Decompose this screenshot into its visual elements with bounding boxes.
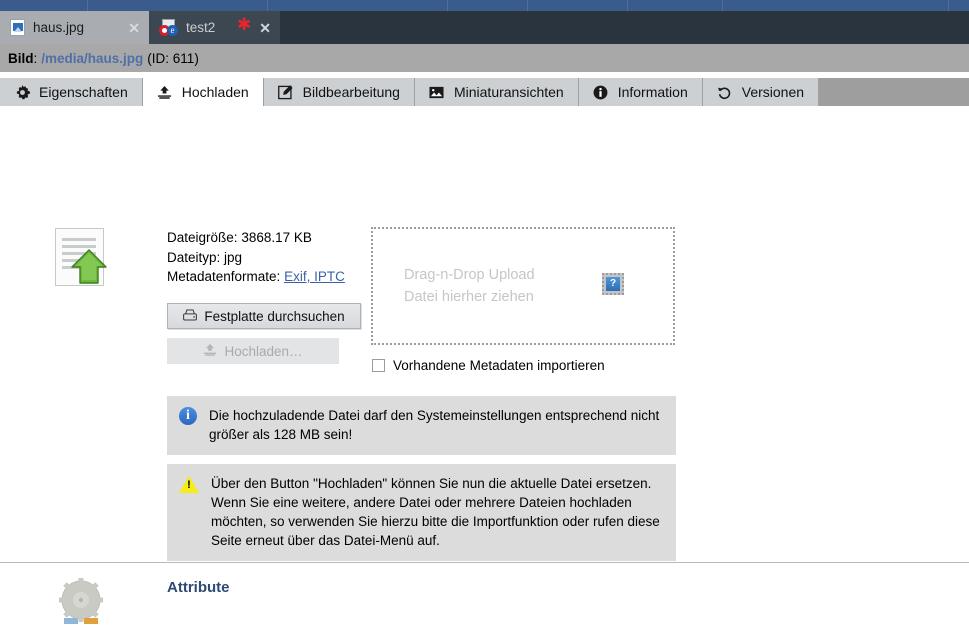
menu-item-7[interactable] [723,0,949,11]
menu-item-1[interactable] [0,0,88,11]
info-icon [593,84,609,100]
close-icon[interactable]: ✕ [128,21,140,35]
upload-button[interactable]: Hochladen… [167,338,339,364]
unsaved-changes-icon: ✱ [237,15,252,34]
metadataformats-row: Metadatenformate: Exif, IPTC [167,267,345,287]
attributes-section-title: Attribute [167,579,230,596]
breadcrumb-colon: : [33,50,38,66]
history-icon [717,84,733,100]
gear-cog-icon [56,576,106,626]
application-menu-bar[interactable] [0,0,969,11]
upload-icon [157,84,173,100]
info-icon: i [179,407,197,425]
tab-hochladen[interactable]: Hochladen [142,78,264,106]
drag-drop-line-2: Datei hierher ziehen [404,289,534,305]
drag-drop-line-1: Drag-n-Drop Upload [404,267,535,283]
filetype-label: Dateityp: [167,249,221,265]
file-metadata: Dateigröße: 3868.17 KB Dateityp: jpg Met… [167,228,345,287]
tab-label: Information [617,84,688,100]
filetype-value: jpg [224,249,243,265]
browse-disk-label: Festplatte durchsuchen [204,308,345,324]
import-metadata-checkbox[interactable] [372,359,385,372]
tab-information[interactable]: Information [578,78,703,106]
browse-disk-button[interactable]: Festplatte durchsuchen [167,303,361,329]
document-tab-label: haus.jpg [33,20,85,35]
warning-message: ! Über den Button "Hochladen" können Sie… [167,464,676,561]
upload-icon [203,343,217,360]
menu-item-6[interactable] [628,0,723,11]
breadcrumb-type-label: Bild [8,50,34,66]
upload-panel: Dateigröße: 3868.17 KB Dateityp: jpg Met… [0,106,969,624]
tab-eigenschaften[interactable]: Eigenschaften [0,78,143,106]
drag-drop-text: Drag-n-Drop Upload Datei hierher ziehen [404,264,535,308]
warning-triangle-icon: ! [179,476,199,493]
menu-item-3[interactable] [268,0,448,11]
breadcrumb-path-link[interactable]: /media/haus.jpg [41,51,143,66]
office-doc-icon: e [159,18,178,37]
import-metadata-label: Vorhandene Metadaten importieren [393,358,605,373]
menu-item-4[interactable] [448,0,528,11]
help-question-glyph: ? [606,277,620,291]
drive-icon [183,308,198,324]
tab-label: Versionen [741,84,805,100]
metadataformats-label: Metadatenformate: [167,269,281,284]
tab-bildbearbeitung[interactable]: Bildbearbeitung [263,78,415,106]
drag-drop-upload-zone[interactable]: Drag-n-Drop Upload Datei hierher ziehen [371,227,675,345]
filesize-row: Dateigröße: 3868.17 KB [167,228,345,248]
section-tab-bar: Eigenschaften Hochladen Bildbearbeitung … [0,78,969,106]
document-tab-bar: haus.jpg ✕ e test2 ✱ ✕ [0,11,969,44]
close-icon[interactable]: ✕ [259,21,271,35]
gear-icon [14,84,30,100]
info-message: i Die hochzuladende Datei darf den Syste… [167,396,676,455]
image-file-icon [10,19,25,36]
edit-pencil-icon [278,84,294,100]
breadcrumb: Bild: /media/haus.jpg (ID: 611) [0,44,969,72]
tab-label: Hochladen [181,84,249,100]
menu-item-5[interactable] [528,0,628,11]
document-upload-icon [55,228,108,288]
document-tab-haus-jpg[interactable]: haus.jpg ✕ [0,11,149,44]
filesize-value: 3868.17 KB [241,230,312,245]
menu-item-2[interactable] [88,0,268,11]
filesize-label: Dateigröße: [167,230,238,245]
import-metadata-row[interactable]: Vorhandene Metadaten importieren [372,358,605,373]
warning-message-text: Über den Button "Hochladen" können Sie n… [211,476,660,548]
tab-label: Eigenschaften [39,84,128,100]
tab-miniaturansichten[interactable]: Miniaturansichten [414,78,579,106]
tab-versionen[interactable]: Versionen [702,78,820,106]
info-message-text: Die hochzuladende Datei darf den Systeme… [209,408,660,442]
breadcrumb-id: (ID: 611) [147,50,199,66]
section-divider [0,562,969,563]
upload-button-label: Hochladen… [224,343,303,359]
picture-icon [429,84,445,100]
warning-glyph: ! [187,479,191,491]
metadataformats-link[interactable]: Exif, IPTC [284,269,345,284]
filetype-row: Dateityp: jpg [167,248,345,268]
document-tab-test2[interactable]: e test2 ✱ ✕ [149,11,280,44]
document-tab-label: test2 [186,20,216,35]
tab-label: Bildbearbeitung [302,84,400,100]
tab-label: Miniaturansichten [453,84,564,100]
help-question-icon[interactable]: ? [602,273,624,295]
